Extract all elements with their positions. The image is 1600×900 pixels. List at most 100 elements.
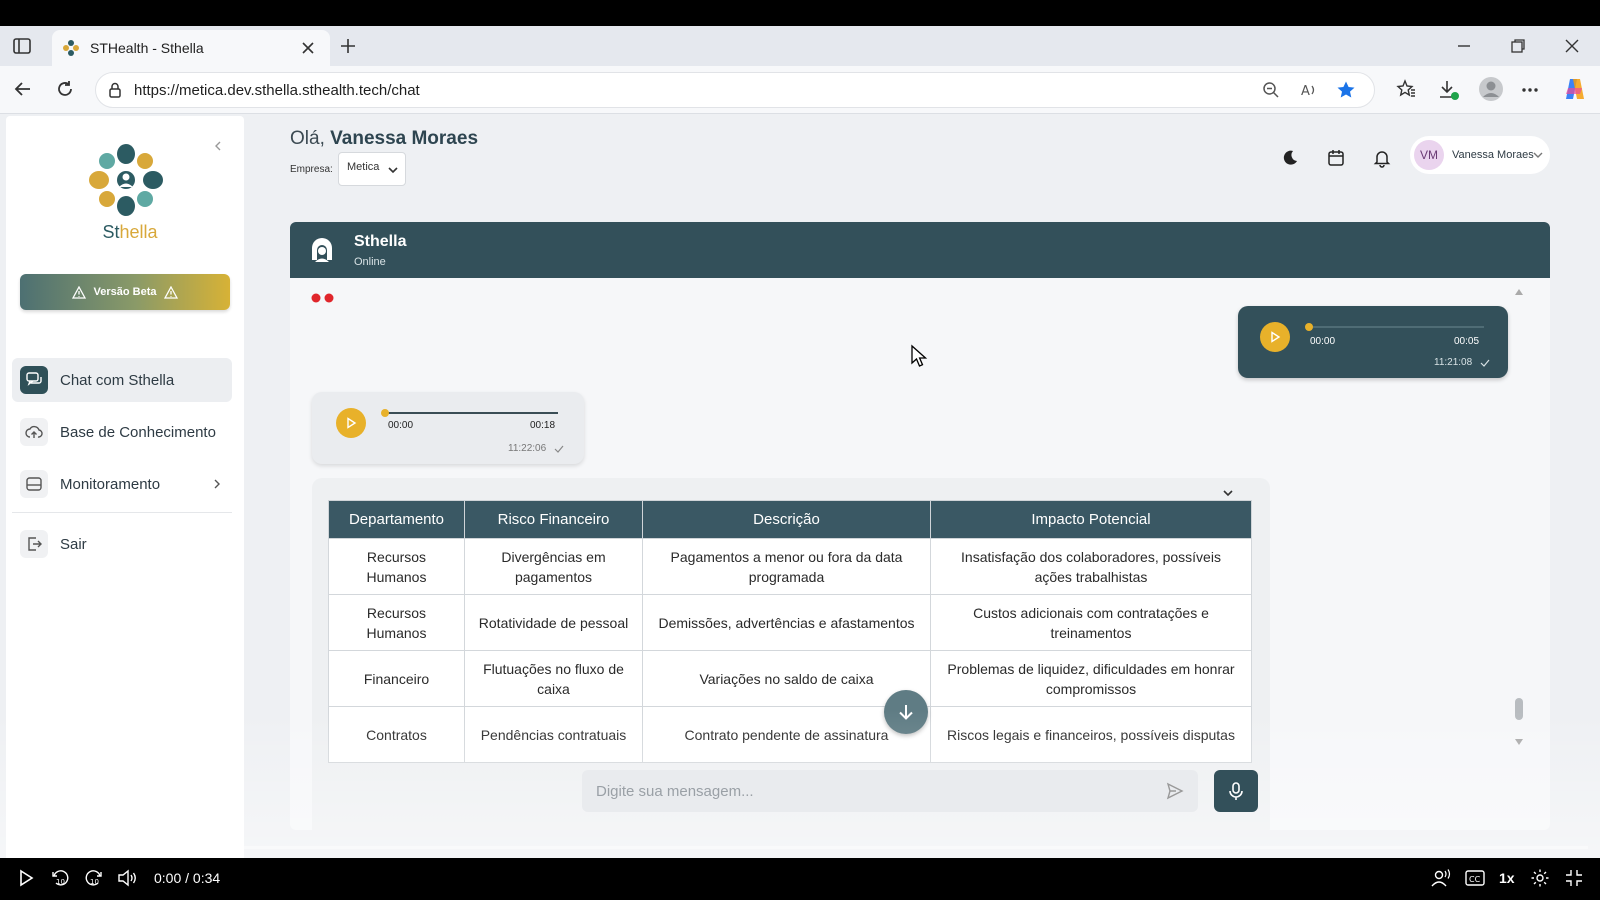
video-time: 0:00 / 0:34 [154, 870, 221, 886]
read-aloud-icon[interactable]: A [1300, 81, 1318, 99]
table-header-cell: Risco Financeiro [464, 500, 643, 539]
favorites-icon[interactable] [1396, 79, 1416, 99]
send-icon[interactable] [1166, 782, 1184, 800]
greeting-prefix: Olá, [290, 128, 325, 149]
favicon-icon [62, 39, 80, 57]
sidebar-item-label: Base de Conhecimento [60, 423, 216, 441]
url-field[interactable]: https://metica.dev.sthella.sthealth.tech… [95, 72, 1375, 108]
volume-icon[interactable] [116, 868, 138, 888]
svg-text:CC: CC [1469, 875, 1481, 884]
calendar-icon[interactable] [1322, 144, 1350, 172]
collapse-sidebar-icon[interactable] [212, 140, 224, 152]
scroll-to-bottom-button[interactable] [884, 690, 928, 734]
page-greeting: Olá, Vanessa Moraes [290, 128, 478, 150]
table-header-row: Departamento Risco Financeiro Descrição … [328, 500, 1252, 539]
minimize-icon[interactable] [1456, 38, 1472, 54]
settings-gear-icon[interactable] [1530, 868, 1550, 888]
audio-progress-knob[interactable] [381, 409, 389, 417]
scroll-down-arrow-icon[interactable] [1514, 738, 1524, 746]
tab-title: STHealth - Sthella [90, 40, 204, 56]
table-row: Contratos Pendências contratuais Contrat… [328, 706, 1252, 763]
bot-avatar-icon [308, 236, 336, 264]
forward-10-icon[interactable]: 10 [84, 868, 104, 888]
table-cell: Demissões, advertências e afastamentos [642, 594, 931, 651]
chevron-down-icon [387, 165, 399, 175]
svg-text:10: 10 [90, 878, 99, 886]
close-window-icon[interactable] [1564, 38, 1580, 54]
greeting-user-name: Vanessa Moraes [330, 128, 479, 149]
message-time: 11:21:08 [1434, 357, 1473, 368]
user-menu[interactable]: VM Vanessa Moraes [1410, 136, 1550, 174]
empresa-select[interactable]: Metica [338, 152, 406, 186]
profile-icon[interactable] [1478, 76, 1504, 102]
microphone-button[interactable] [1214, 770, 1258, 812]
bot-status: Online [354, 256, 386, 268]
table-cell: Recursos Humanos [328, 594, 465, 651]
sidebar-toggle-icon[interactable] [12, 36, 32, 56]
table-header-cell: Departamento [328, 500, 465, 539]
sidebar-item-monitoring[interactable]: Monitoramento [12, 462, 232, 506]
message-placeholder: Digite sua mensagem... [596, 783, 754, 800]
notifications-bell-icon[interactable] [1368, 144, 1396, 172]
chevron-down-icon[interactable] [1222, 488, 1234, 498]
typing-indicator [310, 292, 340, 304]
table-cell: Custos adicionais com contratações e tre… [930, 594, 1252, 651]
message-input[interactable]: Digite sua mensagem... [582, 770, 1198, 812]
avatar: VM [1414, 140, 1444, 170]
sthella-logo-icon [86, 142, 166, 218]
play-audio-button[interactable] [336, 408, 366, 438]
playback-speed[interactable]: 1x [1499, 870, 1515, 886]
audio-progress-knob[interactable] [1305, 323, 1313, 331]
scroll-up-arrow-icon[interactable] [1514, 288, 1524, 296]
table-row: Recursos Humanos Rotatividade de pessoal… [328, 594, 1252, 651]
play-audio-button[interactable] [1260, 322, 1290, 352]
table-header-cell: Impacto Potencial [930, 500, 1252, 539]
downloads-icon[interactable] [1438, 79, 1460, 101]
new-tab-icon[interactable] [338, 36, 358, 56]
table-cell: Recursos Humanos [328, 538, 465, 595]
reload-icon[interactable] [54, 78, 76, 100]
sidebar-item-label: Chat com Sthella [60, 371, 175, 389]
more-menu-icon[interactable] [1520, 80, 1540, 100]
warning-icon [164, 285, 179, 299]
table-cell: Problemas de liquidez, dificuldades em h… [930, 650, 1252, 707]
restore-icon[interactable] [1510, 38, 1526, 54]
logo-wordmark: Sthella [86, 222, 174, 243]
check-icon [554, 445, 564, 453]
logo-wordmark-prefix: St [102, 222, 120, 242]
fullscreen-exit-icon[interactable] [1564, 868, 1584, 888]
browser-tab[interactable]: STHealth - Sthella [52, 30, 330, 66]
close-tab-icon[interactable] [300, 40, 316, 56]
favorite-star-icon[interactable] [1336, 80, 1356, 100]
audio-progress-track[interactable] [1308, 326, 1484, 328]
rewind-10-icon[interactable]: 10 [50, 868, 70, 888]
play-icon[interactable] [16, 868, 36, 888]
check-icon [1480, 359, 1490, 367]
empresa-label: Empresa: [290, 164, 333, 175]
table-cell: Flutuações no fluxo de caixa [464, 650, 643, 707]
sidebar-item-chat[interactable]: Chat com Sthella [12, 358, 232, 402]
chevron-down-icon [1532, 150, 1544, 160]
sidebar: Sthella Versão Beta Chat com Sthella Bas… [6, 116, 244, 866]
audio-progress-track[interactable] [384, 412, 558, 414]
table-cell: Divergências em pagamentos [464, 538, 643, 595]
table-cell: Riscos legais e financeiros, possíveis d… [930, 706, 1252, 763]
video-progress-track[interactable] [12, 846, 1588, 849]
audio-elapsed: 00:00 [388, 420, 414, 431]
inbox-icon [20, 470, 48, 498]
back-icon[interactable] [12, 78, 34, 100]
chevron-right-icon [212, 478, 222, 490]
video-player-controls: 10 10 0:00 / 0:34 CC 1x [0, 858, 1600, 900]
copilot-icon[interactable] [1562, 76, 1588, 102]
zoom-out-icon[interactable] [1262, 81, 1280, 99]
dark-mode-icon[interactable] [1276, 144, 1304, 172]
scrollbar-thumb[interactable] [1515, 698, 1523, 720]
sidebar-item-knowledge-base[interactable]: Base de Conhecimento [12, 410, 232, 454]
captions-icon[interactable]: CC [1464, 868, 1486, 888]
sidebar-item-logout[interactable]: Sair [12, 522, 232, 566]
app-root: Sthella Versão Beta Chat com Sthella Bas… [0, 114, 1600, 900]
site-info-icon[interactable] [106, 81, 124, 99]
audio-description-icon[interactable] [1430, 868, 1452, 888]
beta-version-button[interactable]: Versão Beta [20, 274, 230, 310]
audio-elapsed: 00:00 [1310, 336, 1336, 347]
